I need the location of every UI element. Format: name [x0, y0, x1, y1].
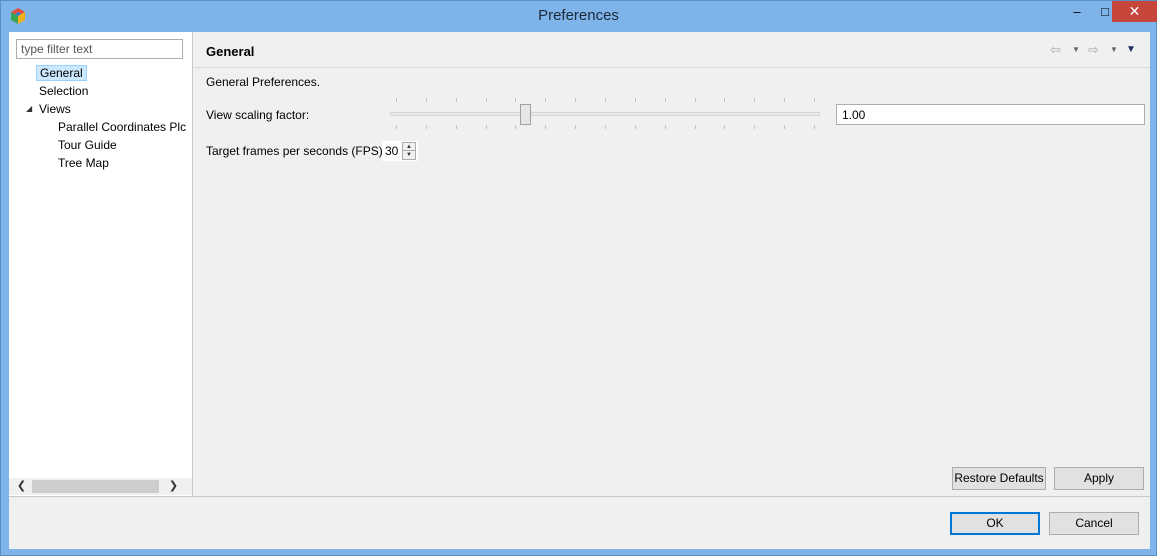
spin-down-icon[interactable]: ▼: [403, 151, 415, 159]
slider-tick: [814, 98, 815, 102]
page-description: General Preferences.: [206, 75, 321, 89]
fps-spin-buttons: ▲ ▼: [402, 142, 416, 160]
ok-button[interactable]: OK: [950, 512, 1040, 535]
slider-tick: [784, 98, 785, 102]
scaling-factor-field[interactable]: [836, 104, 1145, 125]
slider-tick: [575, 125, 576, 129]
horizontal-scrollbar[interactable]: ❮ ❯: [9, 478, 192, 495]
tree-item-tour-guide[interactable]: Tour Guide: [55, 136, 120, 154]
minimize-button[interactable]: –: [1063, 1, 1091, 22]
fps-spinner[interactable]: 30 ▲ ▼: [382, 141, 418, 161]
tree-item-general[interactable]: General: [36, 64, 87, 82]
slider-tick: [635, 98, 636, 102]
tree-item-tree-map[interactable]: Tree Map: [55, 154, 112, 172]
slider-tick: [754, 125, 755, 129]
slider-tick: [396, 125, 397, 129]
back-arrow-icon[interactable]: ⇦: [1050, 41, 1061, 59]
slider-tick: [426, 98, 427, 102]
slider-tick: [665, 98, 666, 102]
preferences-window: Preferences – □ ✕ General Selection ◢ Vi…: [0, 0, 1157, 556]
cancel-button[interactable]: Cancel: [1049, 512, 1139, 535]
dialog-client-area: General Selection ◢ Views Parallel Coord…: [9, 32, 1150, 549]
tree-item-label: Views: [39, 102, 71, 116]
slider-tick: [605, 98, 606, 102]
title-bar[interactable]: Preferences – □ ✕: [1, 1, 1157, 32]
scaling-factor-slider[interactable]: [390, 96, 820, 132]
page-header: General ⇦ ▼ ⇨ ▼ ▼: [194, 32, 1150, 68]
slider-tick: [605, 125, 606, 129]
forward-arrow-icon[interactable]: ⇨: [1088, 41, 1099, 59]
footer-divider: [9, 496, 1150, 497]
slider-tick: [456, 125, 457, 129]
fps-value[interactable]: 30: [385, 144, 398, 158]
slider-tick: [545, 125, 546, 129]
filter-input[interactable]: [16, 39, 183, 59]
slider-tick: [426, 125, 427, 129]
slider-tick: [635, 125, 636, 129]
slider-tick: [515, 125, 516, 129]
preference-page: General ⇦ ▼ ⇨ ▼ ▼ General Preferences. V…: [194, 32, 1150, 496]
view-menu-icon[interactable]: ▼: [1126, 41, 1136, 59]
tree-item-label: Tree Map: [58, 156, 109, 170]
scroll-right-icon[interactable]: ❯: [165, 478, 182, 495]
slider-tick: [814, 125, 815, 129]
slider-tick: [724, 125, 725, 129]
scroll-left-icon[interactable]: ❮: [13, 478, 30, 495]
slider-track: [390, 112, 820, 116]
apply-button[interactable]: Apply: [1054, 467, 1144, 490]
tree-item-parallel-coordinates[interactable]: Parallel Coordinates Plc: [55, 118, 189, 136]
slider-tick: [456, 98, 457, 102]
slider-tick: [486, 125, 487, 129]
tree-item-selection[interactable]: Selection: [36, 82, 91, 100]
expand-arrow-icon[interactable]: ◢: [26, 100, 32, 118]
preference-tree-pane: General Selection ◢ Views Parallel Coord…: [9, 32, 193, 496]
slider-tick: [486, 98, 487, 102]
scrollbar-thumb[interactable]: [32, 480, 159, 493]
slider-tick: [515, 98, 516, 102]
forward-dropdown-icon[interactable]: ▼: [1110, 41, 1118, 59]
slider-tick: [724, 98, 725, 102]
page-title: General: [206, 44, 255, 59]
tree-item-label: Parallel Coordinates Plc: [58, 120, 187, 134]
slider-tick: [396, 98, 397, 102]
back-dropdown-icon[interactable]: ▼: [1072, 41, 1080, 59]
tree-item-label: Selection: [39, 84, 89, 98]
slider-tick: [754, 98, 755, 102]
slider-tick: [784, 125, 785, 129]
slider-thumb[interactable]: [520, 104, 531, 125]
spin-up-icon[interactable]: ▲: [403, 143, 415, 151]
tree-item-views[interactable]: Views: [36, 100, 74, 118]
slider-tick: [695, 98, 696, 102]
restore-defaults-button[interactable]: Restore Defaults: [952, 467, 1046, 490]
slider-tick: [665, 125, 666, 129]
window-title: Preferences: [538, 7, 619, 24]
slider-tick: [545, 98, 546, 102]
slider-tick: [575, 98, 576, 102]
slider-tick: [695, 125, 696, 129]
scaling-factor-label: View scaling factor:: [206, 108, 310, 122]
tree-item-label: Tour Guide: [58, 138, 117, 152]
fps-label: Target frames per seconds (FPS): [206, 144, 383, 158]
tree-item-label: General: [36, 65, 87, 81]
close-button[interactable]: ✕: [1112, 1, 1157, 22]
